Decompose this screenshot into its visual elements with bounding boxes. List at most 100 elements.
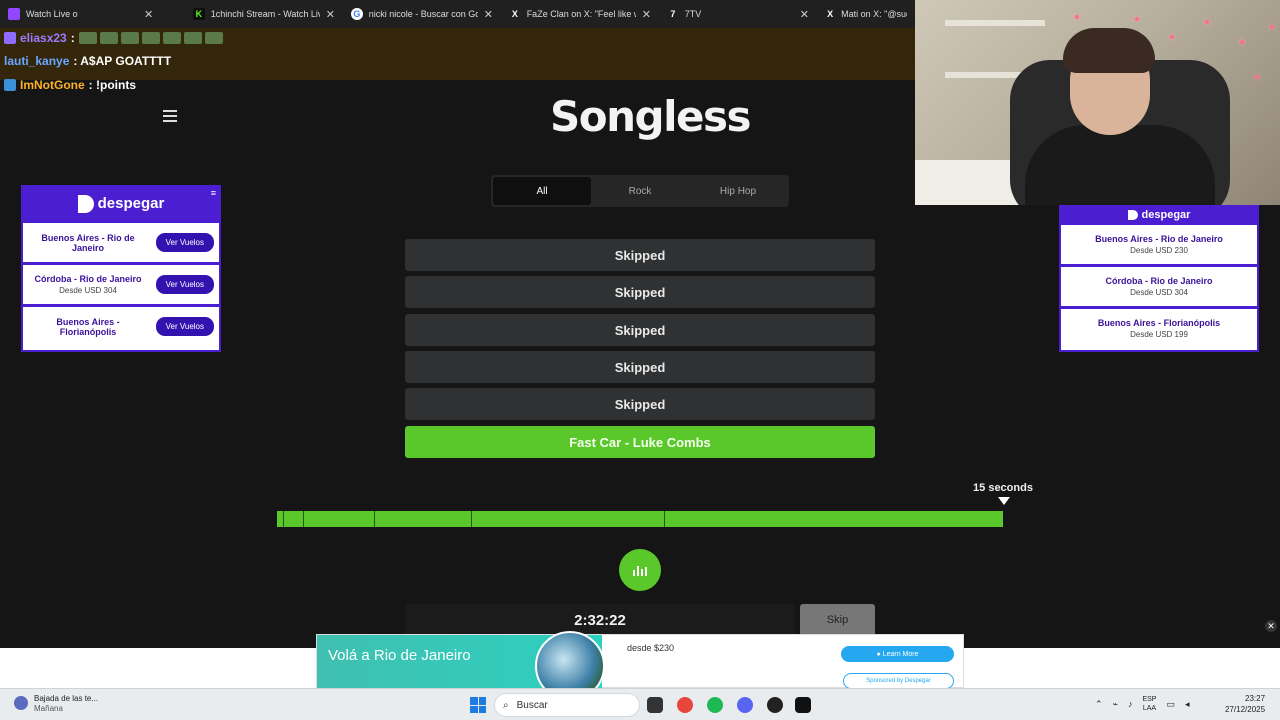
guess-row: Skipped <box>405 351 875 383</box>
spotify-icon[interactable] <box>707 697 723 713</box>
file-explorer-icon[interactable] <box>647 697 663 713</box>
tab-title: 7TV <box>684 9 702 19</box>
prime-badge-icon <box>4 79 16 91</box>
despegar-ad-right[interactable]: despegar Buenos Aires - Rio de Janeiro D… <box>1059 205 1259 352</box>
close-tab-icon[interactable]: ✕ <box>642 8 651 21</box>
equalizer-bar <box>645 567 647 576</box>
ad-offer[interactable]: Buenos Aires - Florianópolis Ver Vuelos <box>23 304 219 346</box>
genre-tab-rock[interactable]: Rock <box>591 177 689 205</box>
chevron-up-icon[interactable]: ⌃ <box>1095 699 1103 710</box>
ad-offer[interactable]: Córdoba - Rio de Janeiro Desde USD 304 V… <box>23 262 219 304</box>
google-icon: G <box>351 8 363 20</box>
windows-start-icon[interactable] <box>470 697 486 713</box>
banner-price: desde $230 <box>627 643 675 653</box>
offer-destination: Buenos Aires - Rio de Janeiro <box>41 232 135 253</box>
display-icon[interactable]: ▭ <box>1166 699 1175 710</box>
genre-tab-all[interactable]: All <box>493 177 591 205</box>
offer-destination: Córdoba - Rio de Janeiro <box>1105 276 1213 286</box>
offer-price: Desde USD 304 <box>59 286 117 295</box>
guess-row: Skipped <box>405 388 875 420</box>
browser-tab[interactable]: K 1chinchi Stream - Watch Live o ✕ <box>185 0 343 28</box>
ad-brand: despegar <box>97 195 165 212</box>
browser-tab[interactable]: Watch Live o ✕ <box>0 0 185 28</box>
browser-tab[interactable]: 7 7TV ✕ <box>659 0 817 28</box>
genre-tab-hip-hop[interactable]: Hip Hop <box>689 177 787 205</box>
offer-price: Desde USD 304 <box>1130 288 1188 297</box>
microphone-icon[interactable]: ♪ <box>1128 699 1133 709</box>
chat-username: eliasx23 <box>20 31 67 45</box>
guess-row: Skipped <box>405 314 875 346</box>
language-code: ESP <box>1142 696 1157 703</box>
countdown-timer: 2:32:22 <box>405 604 795 636</box>
guess-row: Skipped <box>405 276 875 308</box>
network-icon[interactable]: ⌁ <box>1113 699 1118 710</box>
7tv-icon: 7 <box>670 9 676 19</box>
emote-icon <box>141 32 160 44</box>
streamer-hair <box>1063 28 1155 73</box>
ad-offer[interactable]: Buenos Aires - Rio de Janeiro Desde USD … <box>1061 222 1257 264</box>
language-indicator[interactable]: ESP LAA <box>1142 695 1156 713</box>
emote-row <box>78 32 223 44</box>
song-progress-bar[interactable] <box>277 511 1003 527</box>
tab-title: Mati on X: "@sudanal <box>841 9 907 19</box>
chat-line: lauti_kanye : A$AP GOATTTT <box>4 54 171 68</box>
segment-divider <box>283 511 284 527</box>
chat-line: ImNotGone : !points <box>4 78 136 92</box>
despegar-logo-icon <box>77 194 94 213</box>
chat-message: : <box>70 31 75 45</box>
close-tab-icon[interactable]: ✕ <box>484 8 493 21</box>
taskbar-clock[interactable]: 23:27 27/12/2025 <box>1225 693 1265 715</box>
ad-offer[interactable]: Buenos Aires - Rio de Janeiro Ver Vuelos <box>23 220 219 262</box>
learn-more-button[interactable]: ● Learn More <box>841 646 954 662</box>
skip-button[interactable]: Skip <box>800 604 875 636</box>
despegar-ad-left[interactable]: despegar ≡ Buenos Aires - Rio de Janeiro… <box>21 185 221 352</box>
desk <box>915 160 1025 205</box>
close-tab-icon[interactable]: ✕ <box>326 8 335 21</box>
despegar-banner-ad[interactable]: Volá a Rio de Janeiro desde $230 ● Learn… <box>316 631 964 701</box>
search-icon: ⌕ <box>503 699 509 711</box>
segment-divider <box>471 511 472 527</box>
clock-date: 27/12/2025 <box>1225 705 1266 714</box>
equalizer-bar <box>641 569 643 576</box>
browser-tab[interactable]: X FaZe Clan on X: "Feel like we ju ✕ <box>501 0 659 28</box>
browser-tab[interactable]: G nicki nicole - Buscar con Googl ✕ <box>343 0 501 28</box>
volume-icon[interactable]: ◂ <box>1185 699 1190 710</box>
ad-menu-icon[interactable]: ≡ <box>211 188 216 198</box>
play-button[interactable] <box>619 549 661 591</box>
learn-more-label: Learn More <box>882 650 919 658</box>
emote-icon <box>183 32 202 44</box>
offer-destination: Buenos Aires - Florianópolis <box>56 316 120 337</box>
x-icon: X <box>827 9 834 19</box>
emote-icon <box>204 32 223 44</box>
ver-vuelos-button[interactable]: Ver Vuelos <box>155 233 214 252</box>
close-ad-icon[interactable]: ✕ <box>1265 620 1277 632</box>
ver-vuelos-button[interactable]: Ver Vuelos <box>155 275 214 294</box>
emote-icon <box>120 32 139 44</box>
chrome-icon[interactable] <box>677 697 693 713</box>
close-tab-icon[interactable]: ✕ <box>144 8 153 21</box>
windows-taskbar: Bajada de las te... Mañana ⌕ Buscar ⌃ ⌁ … <box>0 688 1280 720</box>
obs-icon[interactable] <box>767 697 783 713</box>
sponsored-label: Sponsored by Despegar <box>843 673 954 689</box>
answer-row: Fast Car - Luke Combs <box>405 426 875 458</box>
browser-tab[interactable]: X Mati on X: "@sudanal <box>817 0 915 28</box>
progress-fill <box>277 511 1003 527</box>
tab-title: 1chinchi Stream - Watch Live o <box>210 9 320 19</box>
ver-vuelos-button[interactable]: Ver Vuelos <box>155 317 214 336</box>
twitch-icon <box>8 8 20 20</box>
ad-brand: despegar <box>1141 208 1191 221</box>
tiktok-icon[interactable] <box>795 697 811 713</box>
segment-divider <box>374 511 375 527</box>
browser-tab-strip: Watch Live o ✕ K 1chinchi Stream - Watch… <box>0 0 915 28</box>
discord-icon[interactable] <box>737 697 753 713</box>
taskbar-search[interactable]: ⌕ Buscar <box>494 693 640 717</box>
keyboard-layout: LAA <box>1142 705 1157 712</box>
weather-widget[interactable]: Bajada de las te... Mañana <box>14 694 98 713</box>
tab-title: nicki nicole - Buscar con Googl <box>368 9 478 19</box>
ad-offer[interactable]: Córdoba - Rio de Janeiro Desde USD 304 <box>1061 264 1257 306</box>
search-placeholder: Buscar <box>516 699 548 711</box>
ad-header: despegar <box>1061 207 1257 222</box>
clock-time: 23:27 <box>1245 694 1266 703</box>
close-tab-icon[interactable]: ✕ <box>800 8 809 21</box>
ad-offer[interactable]: Buenos Aires - Florianópolis Desde USD 1… <box>1061 306 1257 348</box>
